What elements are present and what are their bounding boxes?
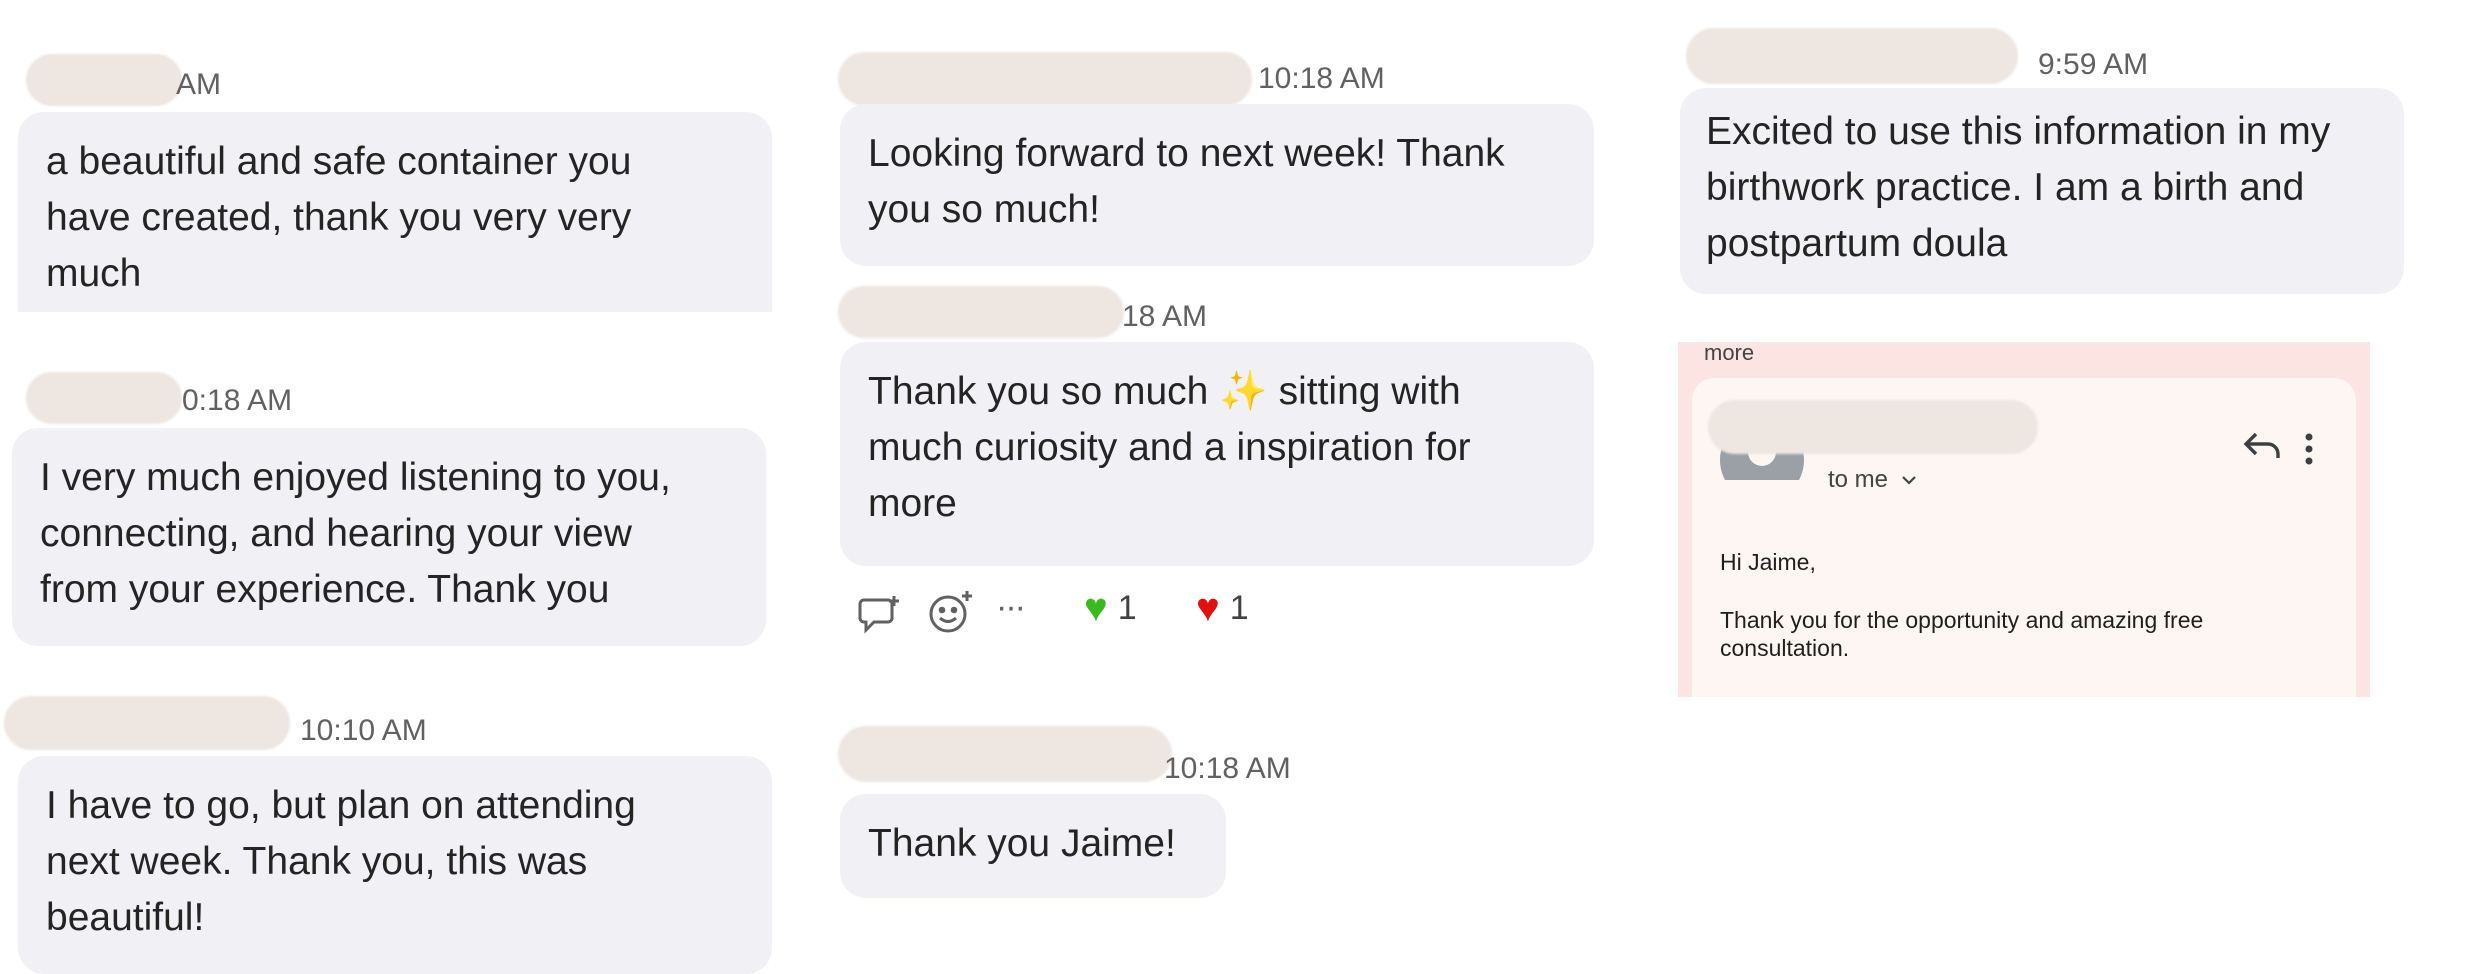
chevron-down-icon [1901,476,1916,485]
message-timestamp: 10:10 AM [300,714,427,747]
recipient-label[interactable]: to me [1828,466,1917,494]
redacted-sender-name [838,286,1124,338]
sparkles-icon: ✨ [1219,370,1268,413]
message-timestamp: AM [176,68,221,101]
email-message: to me Hi Jaime, Thank you for the opport… [1692,378,2356,697]
reaction-count: 1 [1229,589,1249,627]
message-timestamp: 10:18 AM [1258,62,1385,95]
chat-message[interactable]: Excited to use this information in my bi… [1680,88,2404,294]
red-heart-icon: ♥ [1196,586,1220,630]
email-card: more to me Hi Jaime, Thank you for the o… [1678,342,2370,697]
email-greeting: Hi Jaime, [1720,549,1816,575]
message-timestamp: 10:18 AM [1164,752,1291,785]
message-timestamp: 0:18 AM [182,384,293,417]
chat-message[interactable]: I have to go, but plan on attending next… [18,756,772,974]
reaction-green-heart[interactable]: ♥ 1 [1084,586,1137,631]
reply-icon[interactable] [858,592,904,636]
more-label[interactable]: more [1704,342,1754,366]
reaction-red-heart[interactable]: ♥ 1 [1196,586,1249,631]
redacted-sender-name [838,52,1252,106]
chat-message[interactable]: a beautiful and safe container you have … [18,112,772,312]
green-heart-icon: ♥ [1084,586,1108,630]
redacted-sender-name [26,54,182,106]
redacted-sender-name [26,372,182,424]
message-text: Thank you so much [868,370,1220,413]
redacted-sender-name [838,726,1172,782]
kebab-menu-icon[interactable] [2302,432,2316,466]
reply-arrow-icon[interactable] [2242,428,2282,462]
more-options-icon[interactable]: ··· [996,588,1026,627]
chat-message[interactable]: Thank you Jaime! [840,794,1226,898]
message-timestamp: 9:59 AM [2038,48,2149,81]
reaction-count: 1 [1117,589,1137,627]
email-body: Thank you for the opportunity and amazin… [1720,607,2204,661]
redacted-sender-name [4,696,290,750]
chat-message[interactable]: Looking forward to next week! Thank you … [840,104,1594,266]
chat-message[interactable]: Thank you so much ✨ sitting with much cu… [840,342,1594,566]
redacted-sender-name [1686,28,2018,84]
message-timestamp: 18 AM [1122,300,1208,333]
add-reaction-icon[interactable] [926,588,976,636]
redacted-sender-name [1708,400,2038,454]
chat-message[interactable]: I very much enjoyed listening to you, co… [12,428,766,646]
